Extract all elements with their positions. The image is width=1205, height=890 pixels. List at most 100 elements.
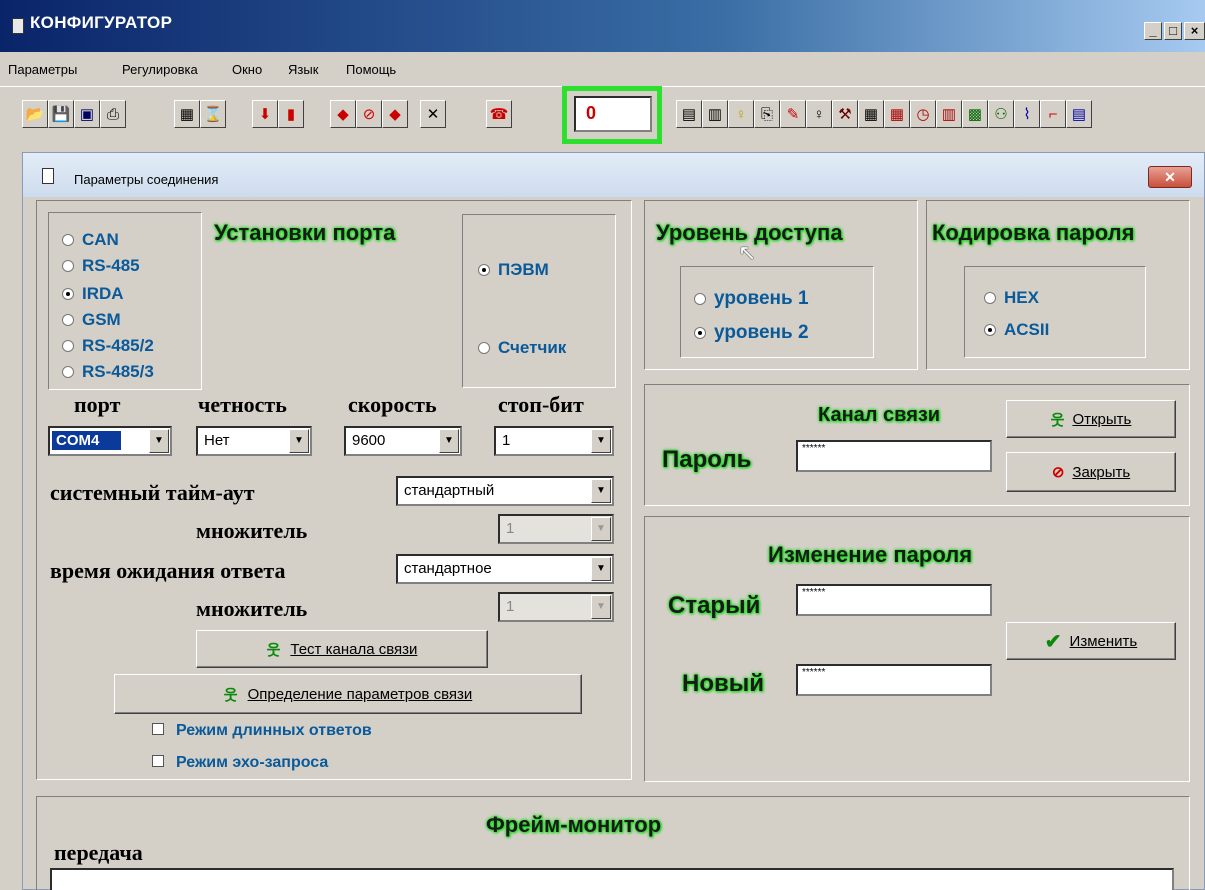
radio-dot [984, 292, 996, 304]
chevron-down-icon[interactable]: ▼ [439, 429, 459, 453]
system-timeout-label: системный тайм-аут [50, 480, 255, 505]
phone-icon[interactable]: ☎ [486, 100, 512, 128]
clock-icon[interactable]: ◷ [910, 100, 936, 128]
tools-icon[interactable]: ⚒ [832, 100, 858, 128]
chevron-down-icon[interactable]: ▼ [591, 479, 611, 503]
multiplier2-select[interactable]: 1 ▼ [498, 592, 614, 622]
record-icon[interactable]: ▮ [278, 100, 304, 128]
port-settings-heading: Установки порта [214, 220, 396, 245]
pin-icon[interactable]: ♀ [806, 100, 832, 128]
echo-mode-checkbox[interactable]: Режим эхо-запроса [152, 754, 328, 772]
radio-can[interactable]: CAN [62, 230, 119, 250]
menu-language[interactable]: Язык [288, 62, 318, 77]
detect-params-button[interactable]: 웃 Определение параметров связи [114, 674, 582, 714]
multiplier-select[interactable]: 1 ▼ [498, 514, 614, 544]
port-select[interactable]: COM4 ▼ [48, 426, 172, 456]
dialog-close-button[interactable]: ✕ [1148, 166, 1192, 188]
radio-dot [478, 342, 490, 354]
radio-rs485[interactable]: RS-485 [62, 256, 140, 276]
radio-dot [694, 327, 706, 339]
chevron-down-icon[interactable]: ▼ [591, 429, 611, 453]
test-channel-button[interactable]: 웃 Тест канала связи [196, 630, 488, 668]
open-channel-button[interactable]: 웃 Открыть [1006, 400, 1176, 438]
system-timeout-select[interactable]: стандартный ▼ [396, 476, 614, 506]
meter-icon[interactable]: ▦ [174, 100, 200, 128]
grid-icon[interactable]: ▤ [676, 100, 702, 128]
save-icon[interactable]: 💾 [48, 100, 74, 128]
encoding-group [964, 266, 1146, 358]
chevron-down-icon[interactable]: ▼ [591, 557, 611, 581]
panel-icon[interactable]: ▥ [702, 100, 728, 128]
radio-label: ПЭВМ [498, 260, 549, 279]
table-icon[interactable]: ▤ [1066, 100, 1092, 128]
chart-bar-icon[interactable]: ▥ [936, 100, 962, 128]
step-chart-icon[interactable]: ⌐ [1040, 100, 1066, 128]
calendar-icon[interactable]: ▦ [884, 100, 910, 128]
encoding-heading: Кодировка пароля [932, 220, 1135, 245]
open-folder-icon[interactable]: 📂 [22, 100, 48, 128]
wait-time-select[interactable]: стандартное ▼ [396, 554, 614, 584]
download-arrow-icon[interactable]: ⬇ [252, 100, 278, 128]
transmit-log[interactable] [50, 868, 1174, 890]
checkmark-icon: ✔ [1044, 630, 1062, 653]
dialog-title: Параметры соединения [74, 172, 219, 187]
line-chart-icon[interactable]: ⌇ [1014, 100, 1040, 128]
parity-label: четность [198, 392, 287, 417]
radio-label: HEX [1004, 288, 1039, 307]
menu-window[interactable]: Окно [232, 62, 262, 77]
radio-hex[interactable]: HEX [984, 288, 1039, 308]
minimize-button[interactable]: _ [1144, 22, 1162, 40]
long-answers-checkbox[interactable]: Режим длинных ответов [152, 722, 372, 740]
document-icon[interactable]: ⎘ [754, 100, 780, 128]
radio-label: IRDA [82, 284, 124, 303]
radio-pc[interactable]: ПЭВМ [478, 260, 549, 280]
radio-rs485-2[interactable]: RS-485/2 [62, 336, 154, 356]
people-icon[interactable]: ⚇ [988, 100, 1014, 128]
old-password-field[interactable]: ****** [796, 584, 992, 616]
color-grid-icon[interactable]: ▩ [962, 100, 988, 128]
device-write-icon[interactable]: ◆ [382, 100, 408, 128]
radio-dot [62, 340, 74, 352]
radio-ascii[interactable]: ACSII [984, 320, 1049, 340]
close-channel-button[interactable]: ⊘ Закрыть [1006, 452, 1176, 492]
radio-dot [984, 324, 996, 336]
radio-level-1[interactable]: уровень 1 [694, 288, 809, 310]
chevron-down-icon[interactable]: ▼ [289, 429, 309, 453]
maximize-button[interactable]: □ [1164, 22, 1182, 40]
calculator-icon[interactable]: ▦ [858, 100, 884, 128]
change-password-button[interactable]: ✔ Изменить [1006, 622, 1176, 660]
menu-help[interactable]: Помощь [346, 62, 396, 77]
radio-gsm[interactable]: GSM [62, 310, 121, 330]
no-entry-icon[interactable]: ⊘ [356, 100, 382, 128]
hourglass-icon[interactable]: ⌛ [200, 100, 226, 128]
pen-icon[interactable]: ✎ [780, 100, 806, 128]
device-read-icon[interactable]: ◆ [330, 100, 356, 128]
radio-meter[interactable]: Счетчик [478, 338, 566, 358]
old-password-label: Старый [668, 592, 761, 619]
test-channel-label: Тест канала связи [290, 640, 418, 658]
close-button[interactable]: × [1184, 22, 1205, 40]
bulb-icon[interactable]: ♀ [728, 100, 754, 128]
chevron-down-icon[interactable]: ▼ [591, 517, 611, 541]
speed-select[interactable]: 9600 ▼ [344, 426, 462, 456]
menu-parameters[interactable]: Параметры [8, 62, 77, 77]
radio-rs485-3[interactable]: RS-485/3 [62, 362, 154, 382]
channel-heading: Канал связи [818, 404, 941, 426]
frame-monitor-heading: Фрейм-монитор [486, 812, 662, 837]
radio-label: Счетчик [498, 338, 567, 357]
menu-adjustment[interactable]: Регулировка [122, 62, 198, 77]
stopbit-select[interactable]: 1 ▼ [494, 426, 614, 456]
print-icon[interactable]: ⎙ [100, 100, 126, 128]
radio-irda[interactable]: IRDA [62, 284, 124, 304]
system-timeout-value: стандартный [404, 482, 495, 499]
chevron-down-icon[interactable]: ▼ [149, 429, 169, 453]
new-password-field[interactable]: ****** [796, 664, 992, 696]
password-field[interactable]: ****** [796, 440, 992, 472]
chevron-down-icon[interactable]: ▼ [591, 595, 611, 619]
checkbox-label: Режим длинных ответов [176, 722, 372, 739]
parity-select[interactable]: Нет ▼ [196, 426, 312, 456]
counter-field[interactable]: 0 [574, 96, 652, 132]
radio-level-2[interactable]: уровень 2 [694, 322, 809, 344]
monitor-icon[interactable]: ▣ [74, 100, 100, 128]
cancel-x-icon[interactable]: ✕ [420, 100, 446, 128]
